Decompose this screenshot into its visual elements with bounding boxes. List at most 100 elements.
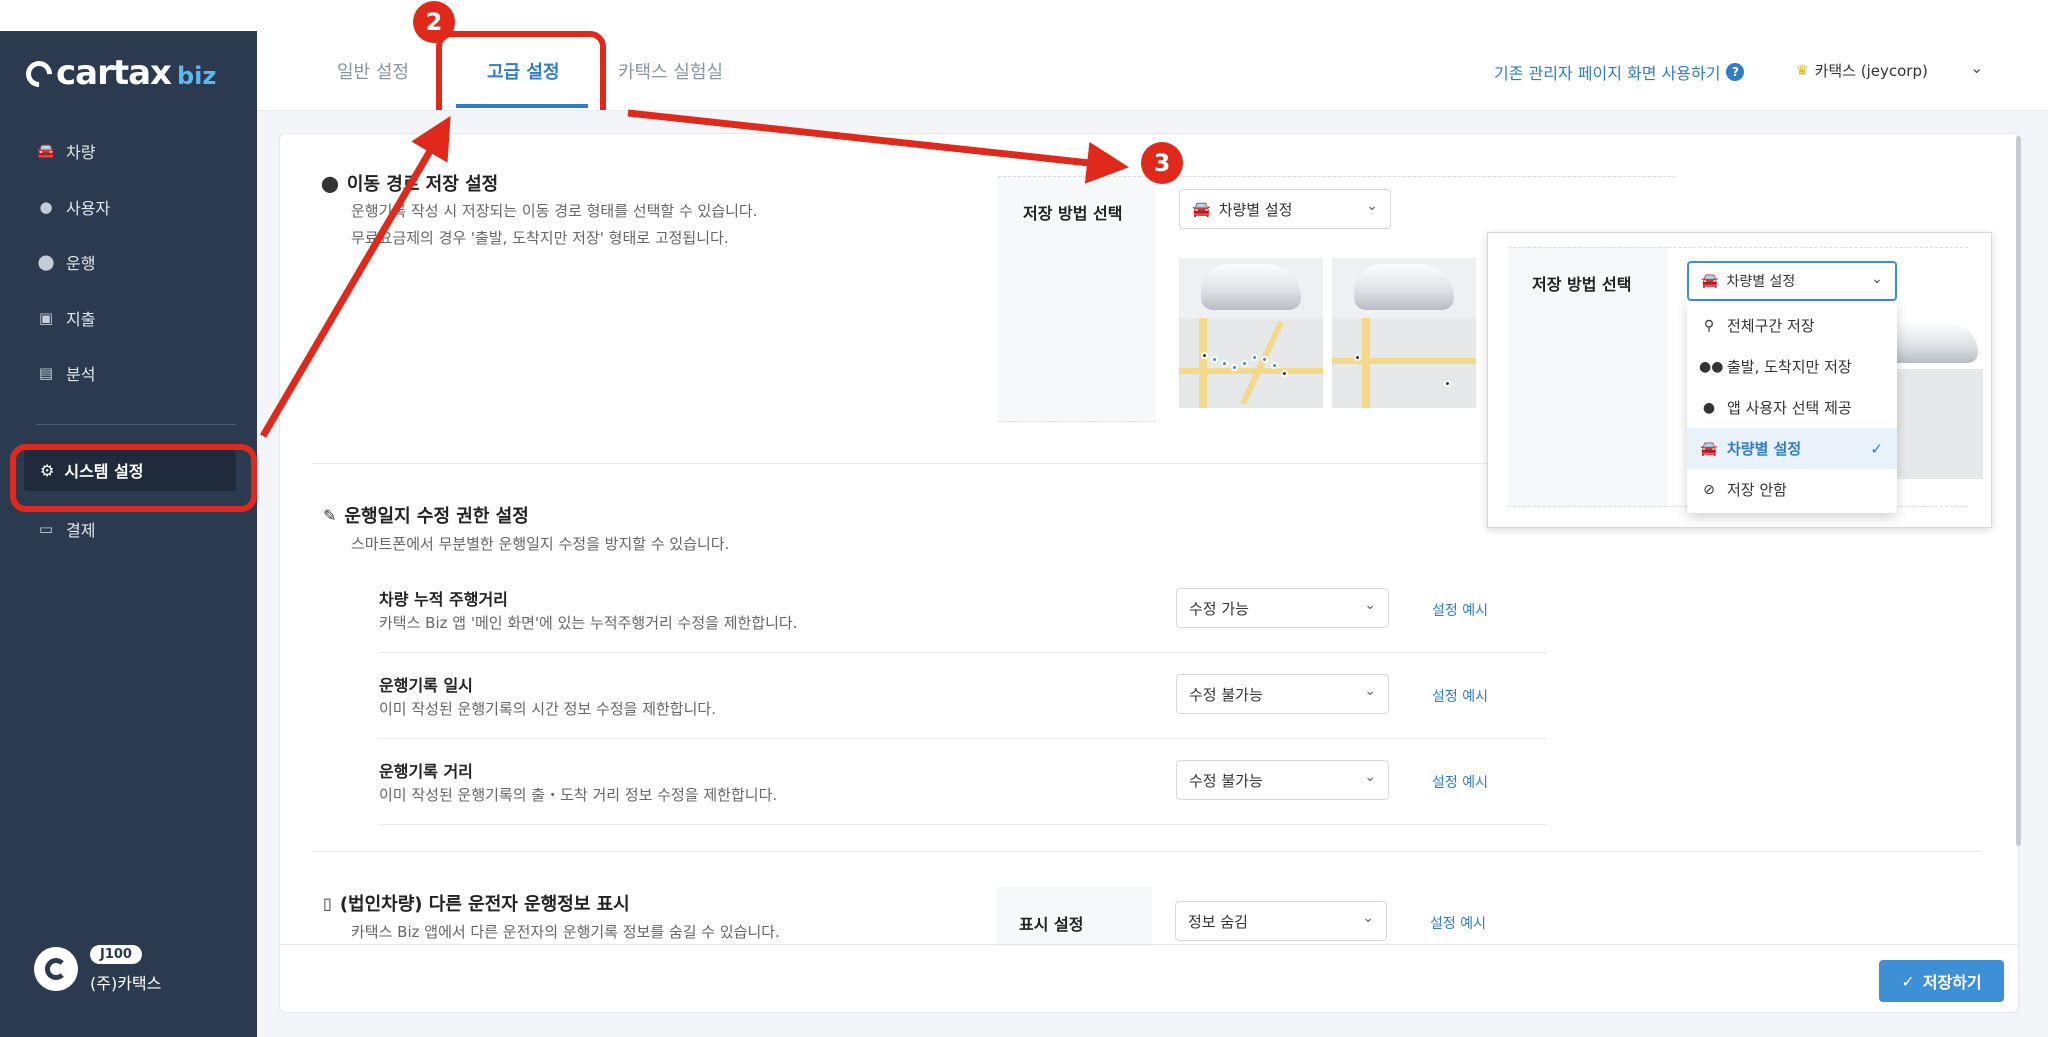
chevron-down-icon: ⌄	[1871, 271, 1883, 287]
logo-suffix: biz	[177, 62, 217, 90]
driver-section-title: ▯ (법인차량) 다른 운전자 운행정보 표시	[323, 890, 630, 916]
odometer-edit-value: 수정 가능	[1189, 599, 1249, 618]
sidebar-item-label: 운행	[66, 254, 96, 273]
storage-method-value: 차량별 설정	[1218, 200, 1293, 219]
save-button-label: 저장하기	[1922, 973, 1982, 992]
start-end-map	[1888, 369, 1983, 479]
chevron-down-icon: ⌄	[1362, 910, 1374, 926]
car-icon: 🚘	[1192, 200, 1211, 218]
trip-time-example-link[interactable]: 설정 예시	[1432, 686, 1488, 706]
scrollbar[interactable]	[2016, 136, 2021, 846]
display-example-link[interactable]: 설정 예시	[1430, 913, 1486, 933]
annotation-highlight-system-settings	[10, 444, 257, 512]
plan-badge: J100	[90, 945, 142, 964]
trip-time-edit-value: 수정 불가능	[1189, 685, 1263, 704]
storage-method-menu: ⚲ 전체구간 저장 ●● 출발, 도착지만 저장 ● 앱 사용자 선택 제공 🚘…	[1687, 301, 1897, 513]
step-2-badge: 2	[413, 1, 455, 43]
tab-general-settings[interactable]: 일반 설정	[337, 58, 409, 84]
popup-storage-method-value: 차량별 설정	[1726, 274, 1796, 290]
trip-time-setting-title: 운행기록 일시	[379, 676, 473, 695]
chevron-down-icon: ⌄	[1366, 198, 1378, 214]
suv-image	[1201, 264, 1301, 310]
expense-icon: ▣	[38, 308, 54, 327]
chevron-down-icon: ⌄	[1364, 683, 1376, 699]
sidebar-item-label: 분석	[66, 365, 96, 384]
popup-storage-method-select[interactable]: 🚘 차량별 설정 ⌄	[1687, 261, 1897, 301]
chevron-down-icon: ⌄	[1364, 769, 1376, 785]
start-end-map	[1332, 318, 1476, 408]
account-name: 카택스 (jeycorp)	[1814, 62, 1928, 80]
full-route-icon: ⚲	[1703, 317, 1715, 334]
user-profile[interactable]: J100 (주)카택스	[34, 943, 161, 994]
start-end-pins-icon: ●●	[1699, 358, 1724, 375]
credit-card-icon: ▭	[38, 520, 54, 538]
logo-text: cartax	[56, 53, 172, 93]
logo-mark-icon	[20, 55, 58, 93]
route-section-description: 운행기록 작성 시 저장되는 이동 경로 형태를 선택할 수 있습니다. 무료요…	[351, 198, 757, 252]
chevron-down-icon: ⌄	[1364, 597, 1376, 613]
trip-distance-setting-title: 운행기록 거리	[379, 762, 473, 781]
sidebar-item-vehicles[interactable]: 🚘 차량	[0, 131, 257, 171]
popup-storage-method-label: 저장 방법 선택	[1532, 275, 1632, 294]
sidebar-item-label: 지출	[66, 309, 96, 329]
sidebar-item-users[interactable]: ● 사용자	[0, 187, 257, 227]
menu-option-label: 앱 사용자 선택 제공	[1727, 399, 1852, 417]
menu-option-user-choice[interactable]: ● 앱 사용자 선택 제공	[1687, 387, 1897, 428]
row-divider	[379, 824, 1547, 825]
trip-distance-example-link[interactable]: 설정 예시	[1432, 772, 1488, 792]
sidebar-item-analytics[interactable]: ▤ 분석	[0, 353, 257, 393]
sidebar-item-label: 차량	[66, 143, 96, 162]
menu-option-label: 출발, 도착지만 저장	[1727, 358, 1852, 376]
section-divider	[312, 851, 1982, 852]
display-setting-select[interactable]: 정보 숨김 ⌄	[1175, 901, 1387, 941]
odometer-setting-desc: 카택스 Biz 앱 '메인 화면'에 있는 누적주행거리 수정을 제한합니다.	[379, 614, 798, 632]
account-menu[interactable]: ♛ 카택스 (jeycorp)	[1796, 60, 1928, 81]
route-desc-line-2: 무료요금제의 경우 '출발, 도착지만 저장' 형태로 고정됩니다.	[351, 229, 729, 247]
car-icon: 🚘	[1700, 440, 1718, 457]
save-button[interactable]: ✓ 저장하기	[1879, 960, 2004, 1002]
chevron-down-icon[interactable]: ⌄	[1970, 58, 1983, 77]
menu-option-label: 전체구간 저장	[1727, 317, 1815, 335]
trip-distance-edit-select[interactable]: 수정 불가능 ⌄	[1176, 760, 1389, 800]
route-map	[1179, 318, 1323, 408]
brand-logo[interactable]: cartax biz	[20, 53, 217, 93]
route-desc-line-1: 운행기록 작성 시 저장되는 이동 경로 형태를 선택할 수 있습니다.	[351, 202, 758, 220]
help-icon[interactable]: ?	[1726, 63, 1745, 81]
chart-icon: ▤	[38, 364, 54, 382]
check-icon: ✓	[1901, 971, 1915, 991]
menu-option-full-route[interactable]: ⚲ 전체구간 저장	[1687, 305, 1897, 346]
driver-section-description: 카택스 Biz 앱에서 다른 운전자의 운행기록 정보를 숨길 수 있습니다.	[351, 923, 780, 941]
sidebar-item-trips[interactable]: ⬤ 운행	[0, 242, 257, 282]
car-icon: 🚘	[36, 142, 56, 160]
menu-option-per-vehicle[interactable]: 🚘 차량별 설정 ✓	[1687, 428, 1897, 469]
trip-distance-setting-desc: 이미 작성된 운행기록의 출・도착 거리 정보 수정을 제한합니다.	[379, 786, 778, 804]
check-icon: ✓	[1870, 439, 1883, 458]
step-3-badge: 3	[1141, 142, 1183, 184]
odometer-edit-select[interactable]: 수정 가능 ⌄	[1176, 588, 1389, 628]
user-icon: ●	[1702, 399, 1716, 416]
company-name: (주)카택스	[90, 974, 162, 993]
edit-section-title-text: 운행일지 수정 권한 설정	[344, 506, 529, 527]
edit-section-description: 스마트폰에서 무분별한 운행일지 수정을 방지할 수 있습니다.	[351, 535, 730, 553]
menu-option-label: 저장 안함	[1727, 481, 1787, 499]
footer-divider	[280, 944, 2018, 945]
storage-method-select[interactable]: 🚘 차량별 설정 ⌄	[1179, 189, 1391, 229]
storage-method-label: 저장 방법 선택	[1023, 204, 1123, 223]
menu-option-start-end[interactable]: ●● 출발, 도착지만 저장	[1687, 346, 1897, 387]
edit-icon: ✎	[323, 505, 337, 525]
sidebar-item-expenses[interactable]: ▣ 지출	[0, 298, 257, 338]
crown-icon: ♛	[1796, 62, 1809, 79]
display-setting-value: 정보 숨김	[1188, 912, 1248, 931]
full-route-preview	[1179, 258, 1323, 408]
menu-option-no-save[interactable]: ⊘ 저장 안함	[1687, 469, 1897, 510]
phone-icon: ▯	[323, 893, 332, 913]
tab-cartax-lab[interactable]: 카택스 실험실	[618, 58, 723, 84]
trip-time-edit-select[interactable]: 수정 불가능 ⌄	[1176, 674, 1389, 714]
location-pin-icon: ⬤	[321, 173, 339, 193]
sidebar-item-label: 사용자	[66, 198, 111, 218]
sidebar-item-payment[interactable]: ▭ 결제	[0, 509, 96, 549]
driver-section-title-text: (법인차량) 다른 운전자 운행정보 표시	[339, 894, 630, 915]
sidebar-nav: 🚘 차량 ● 사용자 ⬤ 운행 ▣ 지출 ▤ 분석	[0, 131, 257, 409]
odometer-example-link[interactable]: 설정 예시	[1432, 600, 1488, 620]
legacy-admin-link[interactable]: 기존 관리자 페이지 화면 사용하기 ?	[1494, 60, 1745, 84]
